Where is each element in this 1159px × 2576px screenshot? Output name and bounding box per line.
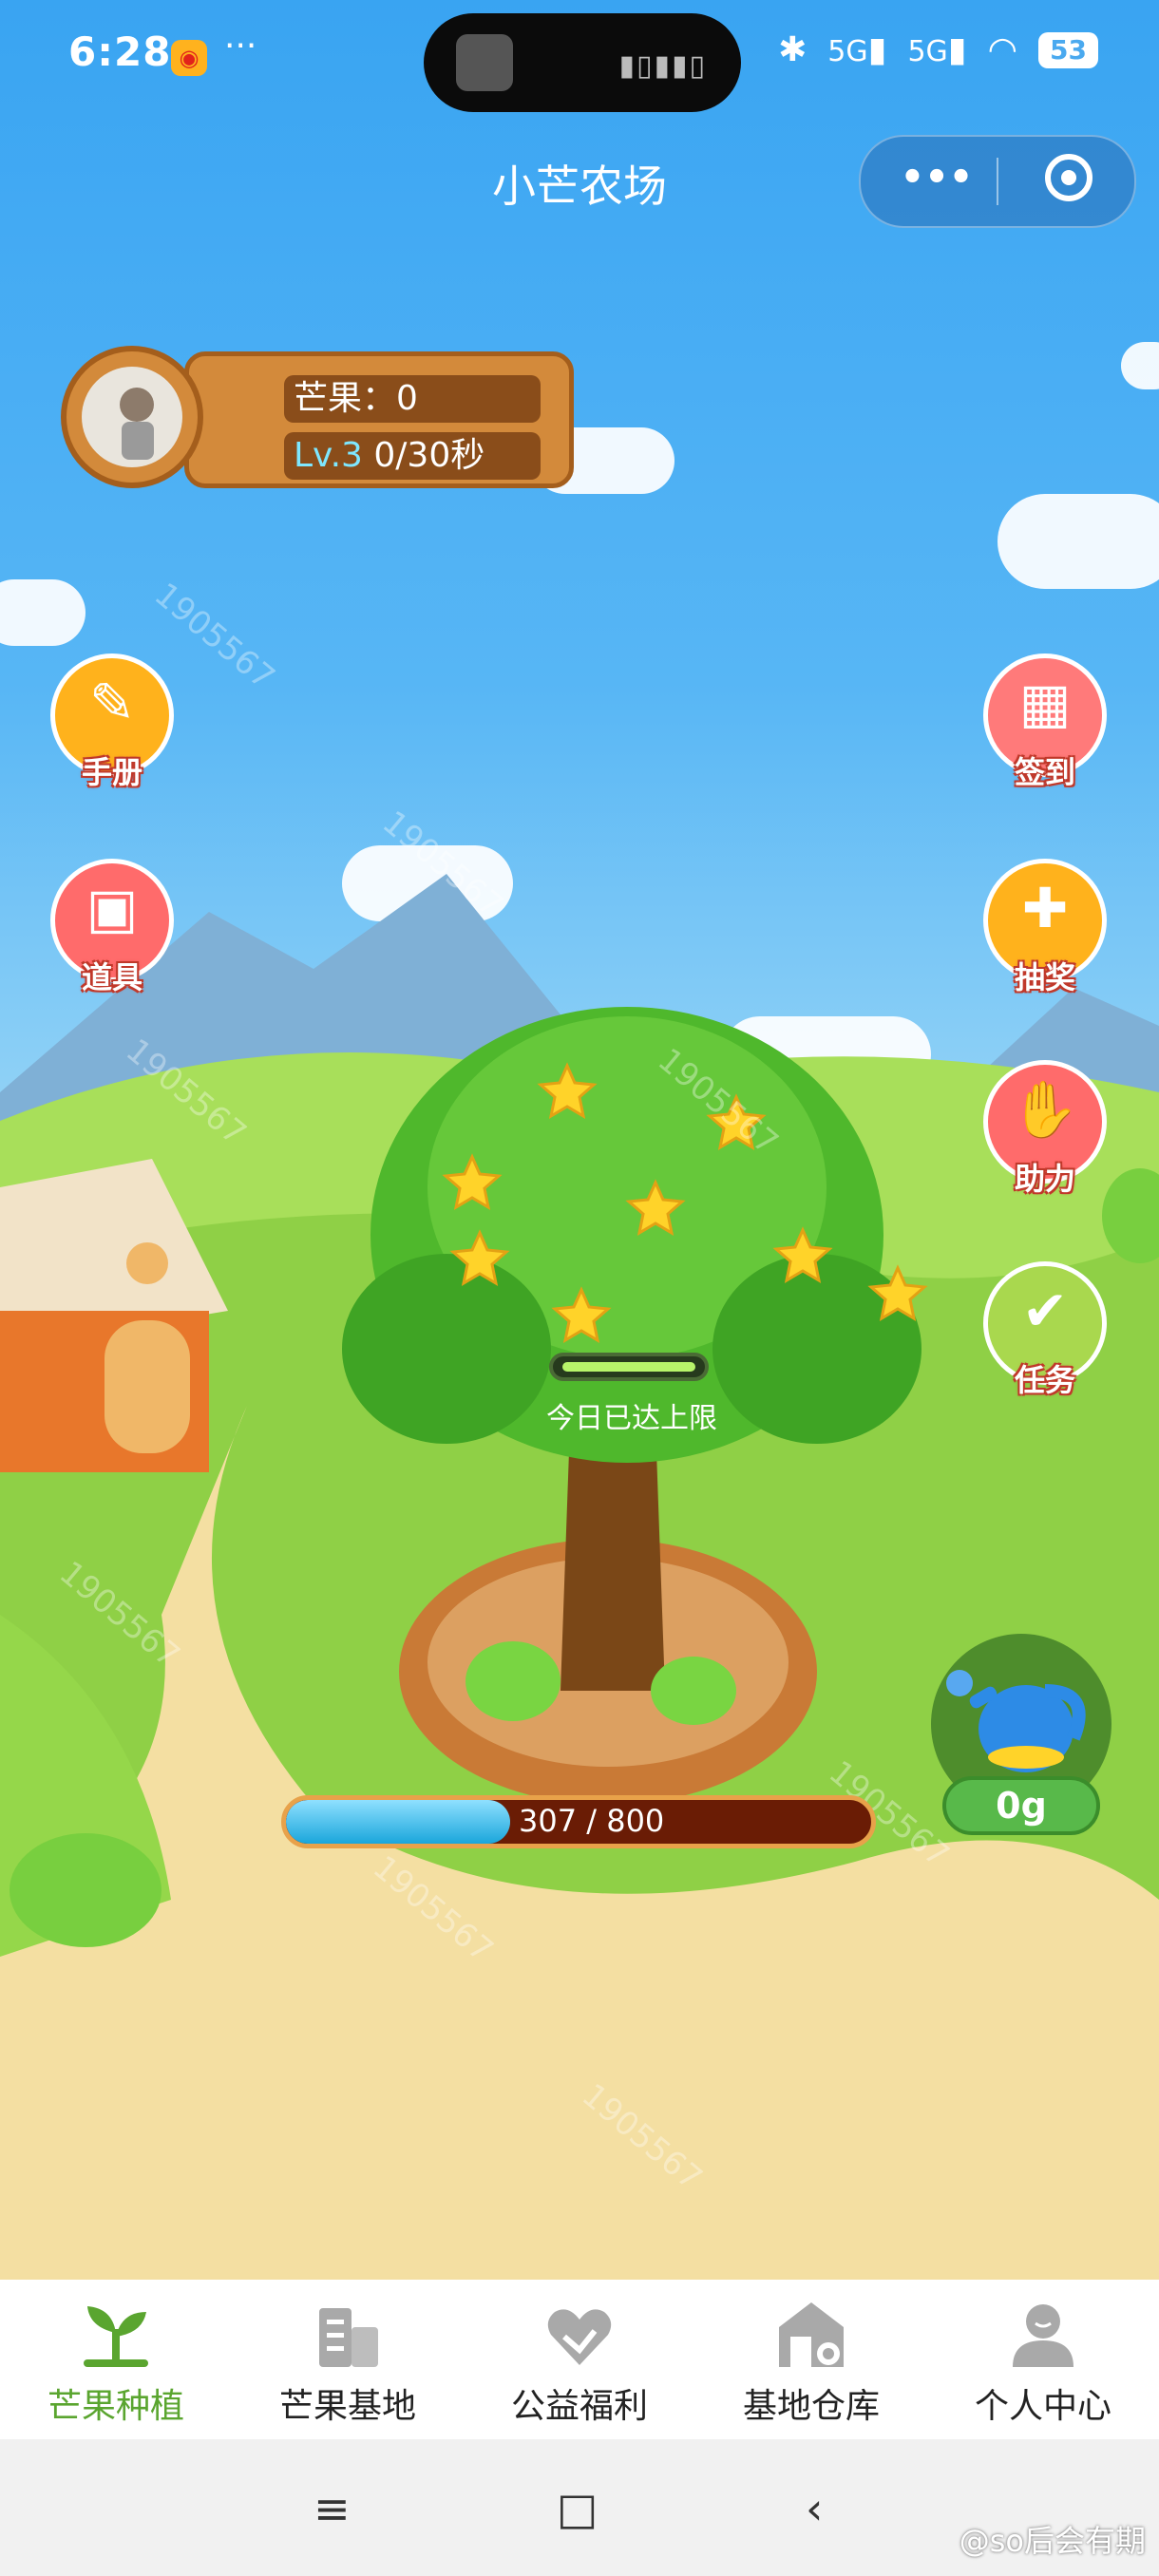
- battery-indicator: 53: [1038, 31, 1098, 68]
- gift-glyph: ✚: [1021, 876, 1069, 940]
- miniprogram-capsule: •••: [859, 135, 1136, 228]
- heart-hands-icon: [547, 2309, 612, 2365]
- tab-mango-planting[interactable]: 芒果种植: [0, 2280, 232, 2439]
- task-glyph: ✔: [1021, 1279, 1069, 1343]
- home-nav-button[interactable]: □: [557, 2483, 598, 2534]
- tab-label: 个人中心: [974, 2387, 1112, 2426]
- bluetooth-icon: ✱: [778, 30, 808, 69]
- mango-tree[interactable]: [370, 1026, 884, 1710]
- growth-progress-text: 307 / 800: [519, 1803, 665, 1839]
- sprout-icon: [84, 2306, 148, 2367]
- assist-button[interactable]: ✋ 助力: [978, 1060, 1112, 1197]
- menu-nav-button[interactable]: ≡: [314, 2483, 351, 2534]
- level-label: Lv.3: [294, 436, 363, 475]
- avatar-image: [82, 367, 182, 467]
- tab-label: 芒果种植: [47, 2387, 184, 2426]
- status-time: 6:28: [68, 28, 172, 75]
- tab-label: 公益福利: [510, 2387, 648, 2426]
- close-miniprogram-button[interactable]: [1045, 154, 1092, 201]
- handbook-label: 手册: [81, 754, 142, 790]
- signal-icon: 5G▮: [827, 30, 887, 69]
- handbook-button[interactable]: ✎ 手册: [46, 653, 179, 790]
- growth-progress-bar: 307 / 800: [281, 1795, 876, 1848]
- lottery-label: 抽奖: [1014, 959, 1075, 995]
- assist-label: 助力: [1014, 1161, 1075, 1197]
- signal-icon-2: 5G▮: [907, 30, 967, 69]
- mango-count: 芒果：0: [284, 375, 541, 423]
- tab-base-warehouse[interactable]: 基地仓库: [695, 2280, 927, 2439]
- audio-wave-icon: ▮▯▮▮▯: [618, 49, 707, 83]
- tasks-button[interactable]: ✔ 任务: [978, 1261, 1112, 1398]
- capsule-divider: [997, 158, 998, 205]
- checkin-label: 签到: [1014, 754, 1075, 790]
- handshake-glyph: ✋: [1010, 1077, 1080, 1142]
- tab-charity-welfare[interactable]: 公益福利: [464, 2280, 695, 2439]
- profile-board: 芒果：0 Lv.3 0/30秒: [184, 351, 574, 488]
- status-bar: 6:28 ◉ ··· ▮▯▮▮▯ ✱ 5G▮ 5G▮ ◠ 53: [0, 0, 1159, 114]
- chest-glyph: ▣: [86, 876, 139, 940]
- wifi-icon: ◠: [987, 30, 1018, 69]
- user-icon: [1013, 2304, 1074, 2367]
- level-row: Lv.3 0/30秒: [284, 432, 541, 480]
- calendar-glyph: ▦: [1018, 671, 1072, 735]
- water-amount: 0g: [942, 1776, 1100, 1835]
- tasks-label: 任务: [1014, 1362, 1075, 1398]
- bottom-tab-bar: 芒果种植 芒果基地 公益福利 基地仓库 个人中心: [0, 2280, 1159, 2439]
- weibo-notification-icon: ◉: [171, 40, 207, 76]
- warehouse-icon: [779, 2302, 844, 2367]
- lottery-button[interactable]: ✚ 抽奖: [978, 859, 1112, 995]
- growth-progress-fill: [286, 1800, 511, 1844]
- weibo-watermark: @so后会有期: [959, 2523, 1146, 2559]
- tab-mango-base[interactable]: 芒果基地: [232, 2280, 464, 2439]
- tab-personal-center[interactable]: 个人中心: [927, 2280, 1159, 2439]
- buildings-icon: [319, 2308, 378, 2367]
- checkin-button[interactable]: ▦ 签到: [978, 653, 1112, 790]
- status-indicators: ✱ 5G▮ 5G▮ ◠ 53: [778, 30, 1098, 69]
- dynamic-island: ▮▯▮▮▯: [424, 13, 741, 112]
- back-nav-button[interactable]: ‹: [806, 2483, 823, 2534]
- props-label: 道具: [81, 959, 142, 995]
- tab-label: 基地仓库: [742, 2387, 880, 2426]
- handbook-glyph: ✎: [88, 671, 136, 735]
- media-thumbnail: [456, 34, 513, 91]
- timer-label: 0/30秒: [373, 436, 485, 475]
- props-button[interactable]: ▣ 道具: [46, 859, 179, 995]
- tab-label: 芒果基地: [278, 2387, 416, 2426]
- avatar[interactable]: [61, 346, 203, 488]
- status-more: ···: [224, 27, 257, 66]
- more-button[interactable]: •••: [899, 156, 975, 199]
- system-nav-bar: ≡ □ ‹ @so后会有期: [0, 2439, 1159, 2576]
- watering-button[interactable]: 0g: [923, 1634, 1113, 1843]
